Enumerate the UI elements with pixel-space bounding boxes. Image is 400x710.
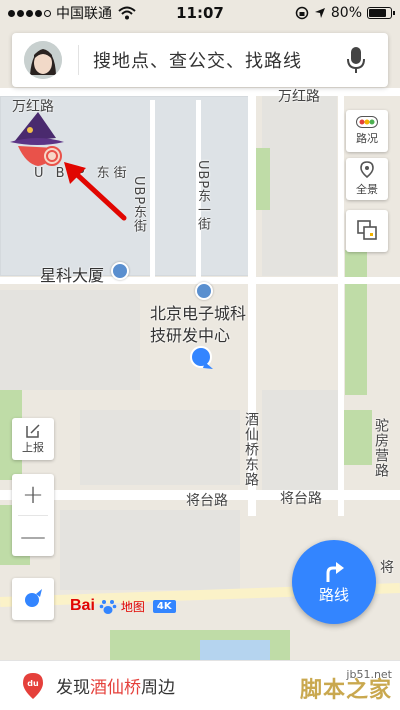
discover-prefix: 发现 xyxy=(56,678,90,698)
signal-icon xyxy=(8,9,51,17)
map-green-area xyxy=(342,410,372,465)
report-icon xyxy=(26,424,40,438)
status-right-group: 80% xyxy=(295,5,395,21)
watermark-name: 脚本之家 xyxy=(299,678,392,703)
road xyxy=(150,100,155,280)
locate-button[interactable] xyxy=(12,578,54,620)
avatar[interactable] xyxy=(24,41,62,79)
map-green-area xyxy=(345,250,367,395)
route-button[interactable]: 路线 xyxy=(292,540,376,624)
mic-icon[interactable] xyxy=(346,46,366,74)
svg-text:du: du xyxy=(27,679,39,688)
carrier-label: 中国联通 xyxy=(56,6,112,22)
wifi-icon xyxy=(118,6,136,20)
clock: 11:07 xyxy=(176,4,224,22)
location-arrow-icon xyxy=(314,8,325,18)
street-label: 万红路 xyxy=(278,89,320,105)
paw-icon xyxy=(99,600,117,614)
zoom-out-button[interactable]: — xyxy=(12,516,54,557)
traffic-label: 路况 xyxy=(356,132,378,145)
lock-rotation-icon xyxy=(295,6,309,20)
battery-icon xyxy=(367,7,395,19)
discover-highlight: 酒仙桥 xyxy=(90,678,141,698)
baidu-map-logo: Bai 地图 4K xyxy=(70,597,176,615)
street-label: 将台路 xyxy=(280,491,322,507)
report-button[interactable]: 上报 xyxy=(12,418,54,460)
zoom-control: + — xyxy=(12,474,54,556)
compass-icon xyxy=(25,589,42,607)
search-input[interactable]: 搜地点、查公交、找路线 xyxy=(93,47,346,73)
map-block xyxy=(0,290,140,390)
map-block xyxy=(80,410,240,485)
search-bar[interactable]: 搜地点、查公交、找路线 xyxy=(12,33,388,87)
panorama-icon xyxy=(360,161,374,179)
logo-text: Bai xyxy=(70,597,95,614)
building-icon xyxy=(195,282,213,300)
street-label: UBP东一街 xyxy=(195,160,210,232)
map-block xyxy=(262,390,342,490)
street-label: 酒仙桥东路 xyxy=(243,412,259,487)
current-location-icon xyxy=(190,346,213,369)
logo-map-text: 地图 xyxy=(120,599,145,614)
road xyxy=(338,96,344,516)
battery-percent: 80% xyxy=(330,5,362,21)
red-arrow-annotation xyxy=(64,162,127,221)
pin-icon: du xyxy=(23,672,43,699)
street-label: 驼房营路 xyxy=(373,418,389,478)
layers-button[interactable] xyxy=(346,210,388,252)
building-icon xyxy=(111,262,129,280)
logo-badge: 4K xyxy=(152,599,176,613)
street-label: 将 xyxy=(380,560,394,576)
watermark: jb51.net 脚本之家 xyxy=(300,669,392,702)
route-label: 路线 xyxy=(318,585,349,604)
status-bar: 中国联通 11:07 80% xyxy=(0,0,400,26)
map-water xyxy=(200,640,270,660)
building-label: 北京电子城科技研发中心 xyxy=(150,304,247,345)
street-label: UBP东街 xyxy=(131,176,146,234)
panorama-label: 全景 xyxy=(356,183,378,196)
road xyxy=(0,88,400,96)
street-label: 将台路 xyxy=(186,493,228,509)
discover-suffix: 周边 xyxy=(141,678,175,698)
traffic-icon xyxy=(356,116,378,128)
traffic-button[interactable]: 路况 xyxy=(346,110,388,152)
divider xyxy=(78,45,79,75)
route-arrow-icon xyxy=(326,561,344,582)
map-block xyxy=(60,510,240,590)
zoom-in-button[interactable]: + xyxy=(12,474,54,515)
panorama-button[interactable]: 全景 xyxy=(346,158,388,200)
building-label: 星科大厦 xyxy=(40,266,105,285)
report-label: 上报 xyxy=(22,441,44,454)
discover-bar[interactable]: du 发现 酒仙桥 周边 jb51.net 脚本之家 xyxy=(0,660,400,710)
layers-icon xyxy=(357,220,377,240)
map-block xyxy=(262,96,337,276)
